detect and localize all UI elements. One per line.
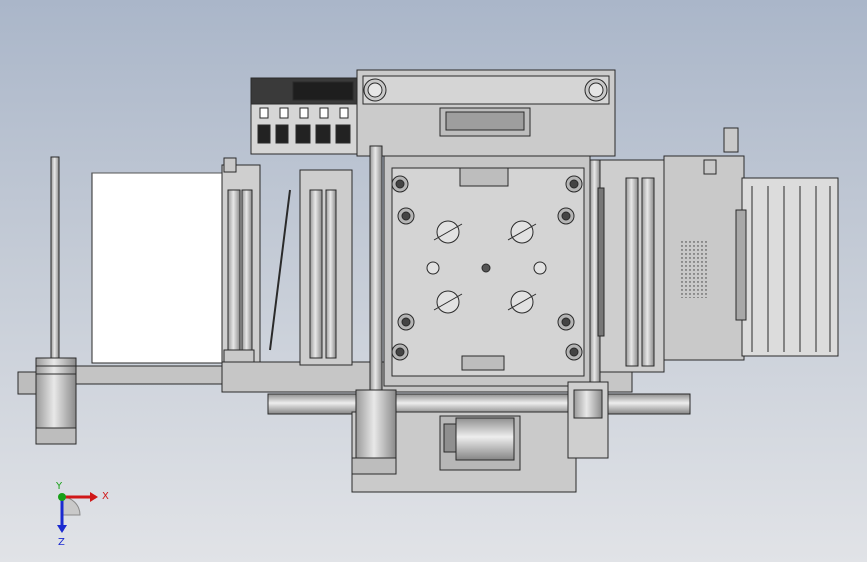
- x-axis-head: [90, 492, 98, 502]
- diagonal-guide: [269, 189, 291, 351]
- x-axis-label: X: [102, 491, 109, 502]
- drive-motor-icon: [439, 415, 521, 471]
- servo-motor-icon: [351, 389, 397, 475]
- z-axis-label: Z: [58, 537, 65, 548]
- y-axis-label: Y: [55, 481, 63, 492]
- left-base-rail: [75, 365, 227, 385]
- left-guide-rod: [50, 156, 60, 373]
- material-sheet: [91, 172, 233, 364]
- y-axis-dot: [58, 493, 66, 501]
- cad-viewport[interactable]: X Y Z: [0, 0, 867, 562]
- bottom-linear-rail: [267, 393, 691, 415]
- control-panel-icon: [250, 77, 358, 155]
- machine-model[interactable]: [0, 0, 867, 562]
- right-cage-conveyor: [735, 177, 839, 357]
- left-motor-icon: [17, 357, 77, 445]
- z-axis-head: [57, 525, 67, 533]
- coordinate-triad: X Y Z: [55, 481, 109, 548]
